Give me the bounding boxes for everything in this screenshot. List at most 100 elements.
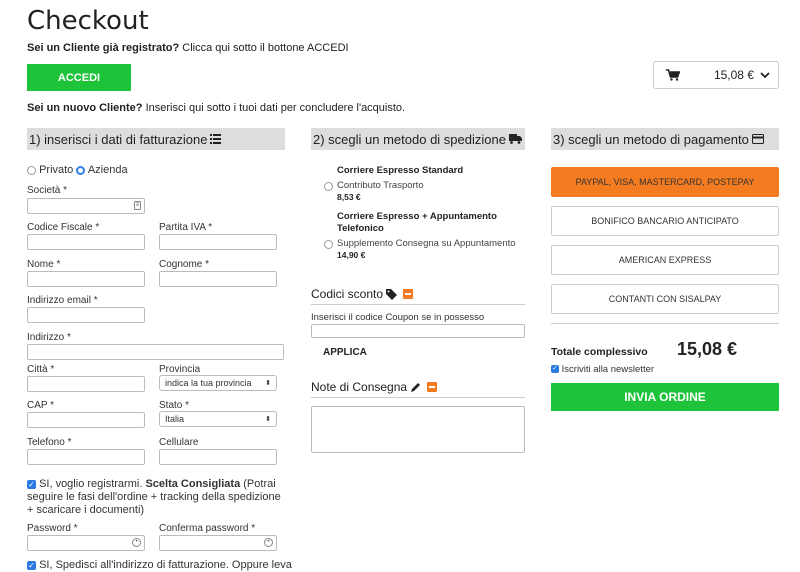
shipping-section-header: 2) scegli un metodo di spedizione — [311, 128, 525, 150]
apply-coupon-button[interactable]: APPLICA — [323, 347, 367, 358]
confirm-password-label: Conferma password * — [159, 523, 256, 534]
submit-order-button[interactable]: INVIA ORDINE — [551, 383, 779, 411]
email-field[interactable] — [27, 307, 145, 323]
radio-private[interactable] — [27, 165, 36, 175]
coupon-divider — [311, 304, 525, 305]
password-label: Password * — [27, 523, 78, 534]
key-icon: • — [132, 538, 141, 547]
ship-to-billing-option: ✓ SI, Spedisci all'indirizzo di fatturaz… — [27, 559, 292, 571]
customer-type-group: Privato Azienda — [27, 164, 128, 176]
tax-code-field[interactable] — [27, 234, 145, 250]
notes-collapse-icon[interactable] — [427, 382, 438, 392]
shipping-option-2-price: 14,90 € — [337, 250, 366, 260]
company-label: Società * — [27, 185, 68, 196]
payment-section-header: 3) scegli un metodo di pagamento — [551, 128, 779, 150]
notes-divider — [311, 397, 525, 398]
cart-summary[interactable]: 15,08 € — [653, 61, 779, 89]
newsletter-option: ✓ Iscriviti alla newsletter — [551, 364, 654, 375]
ship-to-billing-checkbox[interactable]: ✓ — [27, 560, 36, 570]
password-field[interactable]: • — [27, 535, 145, 551]
shipping-option-1-radio[interactable] — [324, 182, 333, 191]
shipping-option-2-title: Corriere Espresso + Appuntamento Telefon… — [337, 211, 497, 234]
register-bold: Scelta Consigliata — [145, 478, 241, 490]
surname-field[interactable] — [159, 271, 277, 287]
billing-section-header: 1) inserisci i dati di fatturazione — [27, 128, 285, 150]
tax-code-label: Codice Fiscale * — [27, 222, 100, 233]
payment-method-sisalpay[interactable]: CONTANTI CON SISALPAY — [551, 284, 779, 314]
phone-field[interactable] — [27, 449, 145, 465]
tag-icon — [386, 288, 398, 300]
new-customer-hint: Inserisci qui sotto i tuoi dati per conc… — [145, 102, 406, 114]
newsletter-label: Iscriviti alla newsletter — [561, 364, 655, 375]
key-icon: • — [264, 538, 273, 547]
total-label: Totale complessivo — [551, 346, 648, 358]
pencil-icon — [411, 382, 421, 392]
country-label: Stato * — [159, 400, 190, 411]
register-checkbox[interactable]: ✓ — [27, 479, 36, 489]
city-label: Città * — [27, 364, 55, 375]
zip-field[interactable] — [27, 412, 145, 428]
radio-private-label: Privato — [39, 164, 74, 176]
vat-field[interactable] — [159, 234, 277, 250]
truck-icon — [508, 134, 522, 144]
delivery-notes-textarea[interactable] — [311, 406, 525, 453]
city-field[interactable] — [27, 376, 145, 392]
address-field[interactable] — [27, 344, 284, 360]
coupon-collapse-icon[interactable] — [403, 289, 414, 299]
new-customer-prompt: Sei un nuovo Cliente? Inserisci qui sott… — [27, 102, 405, 114]
select-arrows-icon: ⬍ — [265, 380, 271, 387]
name-field[interactable] — [27, 271, 145, 287]
login-question: Sei un Cliente già registrato? — [27, 42, 180, 54]
list-icon — [210, 134, 222, 144]
select-arrows-icon: ⬍ — [265, 416, 271, 423]
coupon-field[interactable] — [311, 324, 525, 338]
province-select-value: indica la tua provincia — [165, 378, 252, 388]
autofill-icon: ≡ — [134, 201, 141, 210]
shipping-heading: 2) scegli un metodo di spedizione — [313, 131, 506, 147]
shipping-option-1-price: 8,53 € — [337, 192, 361, 202]
province-select[interactable]: indica la tua provincia ⬍ — [159, 375, 277, 391]
coupon-heading: Codici sconto — [311, 287, 384, 301]
name-label: Nome * — [27, 259, 61, 270]
shipping-option-2-desc: Supplemento Consegna su Appuntamento — [337, 238, 516, 249]
address-label: Indirizzo * — [27, 332, 71, 343]
vat-label: Partita IVA * — [159, 222, 213, 233]
payment-method-paypal[interactable]: PAYPAL, VISA, MASTERCARD, POSTEPAY — [551, 167, 779, 197]
chevron-down-icon — [760, 71, 770, 78]
coupon-section-header: Codici sconto — [311, 283, 525, 305]
mobile-label: Cellulare — [159, 437, 199, 448]
company-field[interactable]: ≡ — [27, 198, 145, 214]
radio-company[interactable] — [76, 165, 86, 175]
shipping-option-1-title: Corriere Espresso Standard — [337, 165, 464, 176]
confirm-password-field[interactable]: • — [159, 535, 277, 551]
cart-icon — [666, 69, 680, 81]
payment-divider — [551, 323, 779, 324]
surname-label: Cognome * — [159, 259, 210, 270]
total-value: 15,08 € — [677, 339, 738, 359]
province-label: Provincia — [159, 364, 201, 375]
cart-total: 15,08 € — [713, 68, 754, 82]
credit-card-icon — [751, 134, 764, 144]
login-hint: Clicca qui sotto il bottone ACCEDI — [182, 42, 349, 54]
newsletter-checkbox[interactable]: ✓ — [551, 365, 559, 374]
phone-label: Telefono * — [27, 437, 72, 448]
payment-method-bank-transfer[interactable]: BONIFICO BANCARIO ANTICIPATO — [551, 206, 779, 236]
notes-section-header: Note di Consegna — [311, 376, 525, 398]
radio-company-label: Azienda — [87, 164, 128, 176]
country-select[interactable]: Italia ⬍ — [159, 411, 277, 427]
country-select-value: Italia — [165, 414, 185, 424]
mobile-field[interactable] — [159, 449, 277, 465]
coupon-label: Inserisci il codice Coupon se in possess… — [311, 312, 485, 323]
payment-method-amex[interactable]: AMERICAN EXPRESS — [551, 245, 779, 275]
billing-heading: 1) inserisci i dati di fatturazione — [29, 131, 208, 147]
notes-heading: Note di Consegna — [311, 380, 408, 394]
page-title: Checkout — [27, 6, 149, 36]
register-option: ✓ SI, voglio registrarmi. Scelta Consigl… — [27, 478, 289, 517]
shipping-option-2-radio[interactable] — [324, 240, 333, 249]
zip-label: CAP * — [27, 400, 55, 411]
shipping-option-1-desc: Contributo Trasporto — [337, 180, 424, 191]
login-button[interactable]: ACCEDI — [27, 64, 131, 91]
email-label: Indirizzo email * — [27, 295, 98, 306]
new-customer-question: Sei un nuovo Cliente? — [27, 102, 143, 114]
login-prompt: Sei un Cliente già registrato? Clicca qu… — [27, 42, 349, 54]
